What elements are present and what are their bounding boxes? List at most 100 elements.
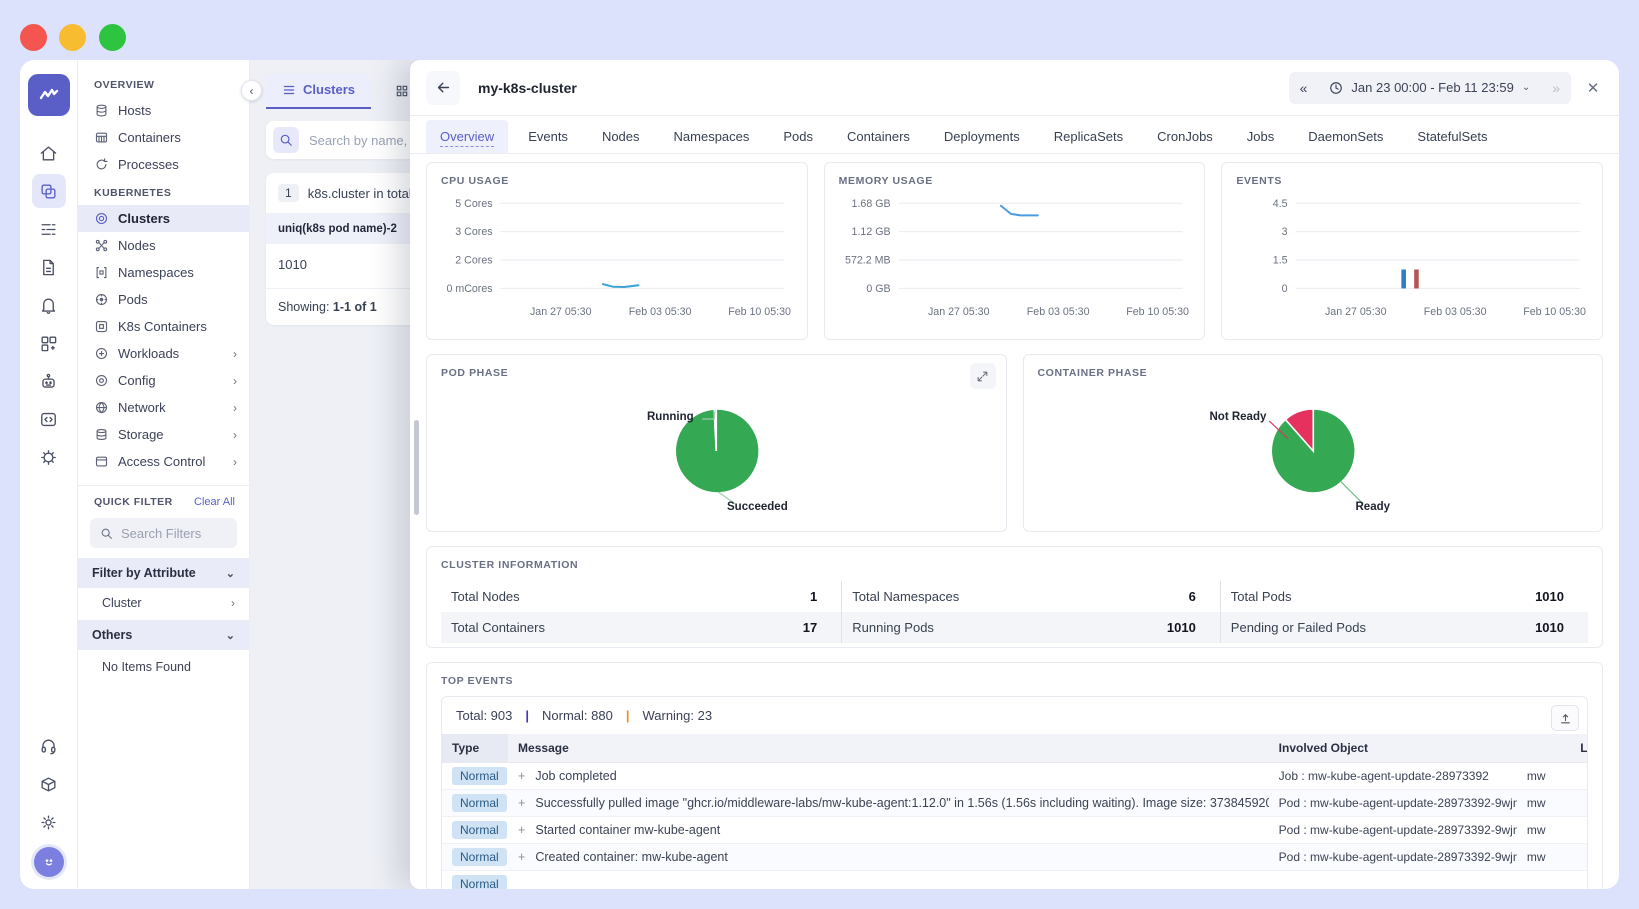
memory-usage-card: MEMORY USAGE 0 GB572.2 MB1.12 GB1.68 GBJ… xyxy=(824,162,1206,340)
tab-replicasets[interactable]: ReplicaSets xyxy=(1040,120,1137,153)
sidebar-item-hosts[interactable]: Hosts xyxy=(78,97,249,124)
sidebar-item-pods[interactable]: Pods xyxy=(78,286,249,313)
tab-daemonsets[interactable]: DaemonSets xyxy=(1294,120,1397,153)
time-forward-button[interactable]: » xyxy=(1541,72,1571,104)
sidebar-item-processes[interactable]: Processes xyxy=(78,151,249,178)
expand-plus-icon[interactable]: + xyxy=(518,769,525,783)
sidebar-item-namespaces[interactable]: Namespaces xyxy=(78,259,249,286)
workloads-icon xyxy=(94,346,109,361)
tab-clusters[interactable]: Clusters xyxy=(266,74,371,109)
svg-text:3: 3 xyxy=(1282,226,1288,238)
sidebar-item-access-control[interactable]: Access Control› xyxy=(78,448,249,475)
chevron-down-icon: ⌄ xyxy=(226,567,235,580)
window-close-button[interactable] xyxy=(20,24,47,51)
tab-cronjobs[interactable]: CronJobs xyxy=(1143,120,1227,153)
time-back-button[interactable]: « xyxy=(1289,72,1319,104)
sidebar-collapse-button[interactable]: ‹ xyxy=(241,80,262,101)
event-row[interactable]: Normal +Job completed Job : mw-kube-agen… xyxy=(442,763,1588,790)
tab-events[interactable]: Events xyxy=(514,120,582,153)
chart-title: CONTAINER PHASE xyxy=(1038,367,1589,379)
chevron-down-icon: ⌄ xyxy=(1522,82,1530,93)
hosts-icon xyxy=(94,103,109,118)
filter-group-attribute[interactable]: Filter by Attribute⌄ xyxy=(78,558,249,588)
tab-pods[interactable]: Pods xyxy=(769,120,827,153)
time-range-picker[interactable]: Jan 23 00:00 - Feb 11 23:59 ⌄ xyxy=(1318,72,1541,104)
alerts-icon[interactable] xyxy=(32,288,66,322)
expand-plus-icon[interactable]: + xyxy=(518,850,525,864)
window-minimize-button[interactable] xyxy=(59,24,86,51)
sidebar-item-label: Namespaces xyxy=(118,265,194,280)
scrollbar-thumb[interactable] xyxy=(414,420,419,515)
events-warning: Warning: 23 xyxy=(642,708,712,723)
info-total-pods: Total Pods1010 xyxy=(1221,581,1588,612)
expand-plus-icon[interactable]: + xyxy=(518,796,525,810)
tab-overview[interactable]: Overview xyxy=(426,120,508,153)
filter-group-others[interactable]: Others⌄ xyxy=(78,620,249,650)
event-row[interactable]: Normal +Successfully pulled image "ghcr.… xyxy=(442,790,1588,817)
reports-icon[interactable] xyxy=(32,250,66,284)
clear-all-link[interactable]: Clear All xyxy=(194,496,235,508)
dashboards-icon[interactable] xyxy=(32,326,66,360)
filter-search-input[interactable]: Search Filters xyxy=(90,518,237,548)
assistant-bot-icon[interactable] xyxy=(32,364,66,398)
pie-label-not-ready: Not Ready xyxy=(1210,411,1267,423)
sidebar-item-k8s-containers[interactable]: K8s Containers xyxy=(78,313,249,340)
sidebar-item-workloads[interactable]: Workloads› xyxy=(78,340,249,367)
tab-statefulsets[interactable]: StatefulSets xyxy=(1403,120,1501,153)
sidebar-item-nodes[interactable]: Nodes xyxy=(78,232,249,259)
no-items-text: No Items Found xyxy=(78,650,249,684)
tab-namespaces[interactable]: Namespaces xyxy=(660,120,764,153)
app-window: OVERVIEW Hosts Containers Processes KUBE… xyxy=(20,60,1619,889)
search-icon-box xyxy=(273,127,299,153)
tab-jobs[interactable]: Jobs xyxy=(1233,120,1288,153)
apm-code-icon[interactable] xyxy=(32,402,66,436)
info-total-namespaces: Total Namespaces6 xyxy=(842,581,1221,612)
event-row[interactable]: Normal xyxy=(442,871,1588,890)
column-header-last-seen[interactable]: Last Seen xyxy=(1517,734,1588,763)
drawer-header: my-k8s-cluster « Jan 23 00:00 - Feb 11 2… xyxy=(410,60,1619,116)
pod-phase-card: POD PHASE Running Succeeded xyxy=(426,354,1007,532)
namespaces-icon xyxy=(94,265,109,280)
k8s-containers-icon xyxy=(94,319,109,334)
user-avatar[interactable] xyxy=(34,847,64,877)
infrastructure-icon[interactable] xyxy=(32,174,66,208)
filter-item-cluster[interactable]: Cluster› xyxy=(78,588,249,618)
sidebar-item-network[interactable]: Network› xyxy=(78,394,249,421)
tab-containers[interactable]: Containers xyxy=(833,120,924,153)
home-icon[interactable] xyxy=(32,136,66,170)
support-headset-icon[interactable] xyxy=(32,729,66,763)
settings-gear-icon[interactable] xyxy=(32,805,66,839)
container-phase-card: CONTAINER PHASE Not Ready Ready xyxy=(1023,354,1604,532)
logs-icon[interactable] xyxy=(32,212,66,246)
event-row[interactable]: Normal +Created container: mw-kube-agent… xyxy=(442,844,1588,871)
sidebar-item-config[interactable]: Config› xyxy=(78,367,249,394)
sidebar-item-storage[interactable]: Storage› xyxy=(78,421,249,448)
expand-plus-icon[interactable]: + xyxy=(518,823,525,837)
pod-phase-chart[interactable]: Running Succeeded xyxy=(441,379,992,519)
export-button[interactable] xyxy=(1551,705,1579,731)
memory-usage-chart[interactable]: 0 GB572.2 MB1.12 GB1.68 GBJan 27 05:30Fe… xyxy=(839,187,1191,329)
column-header-type[interactable]: Type xyxy=(442,734,508,763)
svg-text:1.68 GB: 1.68 GB xyxy=(851,198,890,210)
packages-icon[interactable] xyxy=(32,767,66,801)
container-phase-chart[interactable]: Not Ready Ready xyxy=(1038,379,1589,519)
tab-label: Clusters xyxy=(303,82,355,97)
cluster-details-drawer: my-k8s-cluster « Jan 23 00:00 - Feb 11 2… xyxy=(410,60,1619,889)
back-button[interactable] xyxy=(426,71,460,105)
event-row[interactable]: Normal +Started container mw-kube-agent … xyxy=(442,817,1588,844)
event-type-badge: Normal xyxy=(452,767,507,785)
chart-title: MEMORY USAGE xyxy=(839,175,1191,187)
column-header-message[interactable]: Message xyxy=(508,734,1269,763)
drawer-close-button[interactable]: ✕ xyxy=(1581,76,1605,100)
events-chart[interactable]: 01.534.5Jan 27 05:30Feb 03 05:30Feb 10 0… xyxy=(1236,187,1588,329)
window-zoom-button[interactable] xyxy=(99,24,126,51)
tab-deployments[interactable]: Deployments xyxy=(930,120,1034,153)
column-header-involved-object[interactable]: Involved Object xyxy=(1269,734,1517,763)
integrations-icon[interactable] xyxy=(32,440,66,474)
middleware-logo[interactable] xyxy=(28,74,70,116)
tab-nodes[interactable]: Nodes xyxy=(588,120,654,153)
chart-title: CPU USAGE xyxy=(441,175,793,187)
sidebar-item-containers[interactable]: Containers xyxy=(78,124,249,151)
cpu-usage-chart[interactable]: 0 mCores2 Cores3 Cores5 CoresJan 27 05:3… xyxy=(441,187,793,329)
sidebar-item-clusters[interactable]: Clusters xyxy=(78,205,249,232)
